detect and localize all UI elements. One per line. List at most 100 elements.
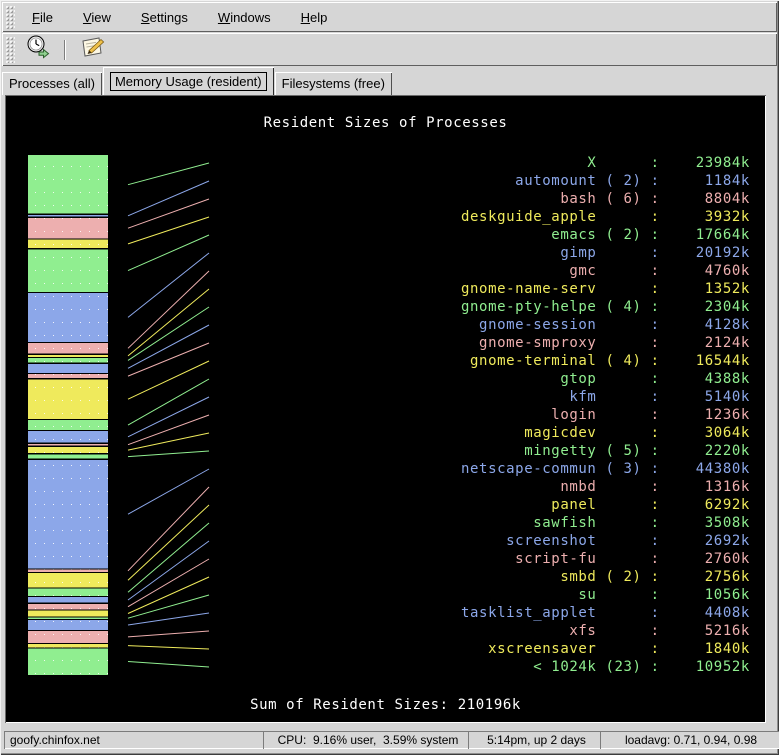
bar-segment-separator [28, 373, 108, 374]
run-clock-icon [24, 33, 52, 66]
connector-line-xscreensaver [128, 646, 209, 649]
process-row: script-fu : 2760k [461, 550, 750, 568]
bar-segment-separator [28, 342, 108, 343]
bar-segment-stipple [28, 420, 108, 431]
process-row: X : 23984k [461, 154, 750, 172]
menu-settings[interactable]: Settings [130, 8, 199, 27]
bar-segment-separator [28, 292, 108, 293]
bar-segment-stipple [28, 431, 108, 444]
process-row: gnome-smproxy : 2124k [461, 334, 750, 352]
process-row: gnome-pty-helpe ( 4) : 2304k [461, 298, 750, 316]
menu-windows[interactable]: Windows [207, 8, 282, 27]
connector-line-gnome-smproxy [128, 343, 209, 376]
status-uptime: 5:14pm, up 2 days [468, 731, 605, 749]
bar-segment-separator [28, 610, 108, 611]
edit-note-icon [78, 34, 106, 65]
bar-segment-stipple [28, 588, 108, 597]
process-row: magicdev : 3064k [461, 424, 750, 442]
connector-line-X [128, 163, 209, 185]
tab-label: Memory Usage (resident) [110, 72, 267, 91]
sum-label: Sum of Resident Sizes: 210196k [5, 696, 766, 714]
bar-segment-separator [28, 630, 108, 631]
connector-line--1024k [128, 662, 209, 668]
process-row: gmc : 4760k [461, 262, 750, 280]
chart-title: Resident Sizes of Processes [5, 114, 766, 132]
bar-segment-separator [28, 430, 108, 431]
connector-line-gnome-name-serv [128, 289, 209, 356]
bar-segment-stipple [28, 648, 108, 675]
connector-line-login [128, 415, 209, 445]
process-row: su : 1056k [461, 586, 750, 604]
process-row: panel : 6292k [461, 496, 750, 514]
memory-bar [28, 155, 108, 675]
bar-segment-stipple [28, 572, 108, 588]
menu-view[interactable]: View [72, 8, 122, 27]
process-row: screenshot : 2692k [461, 532, 750, 550]
menu-file[interactable]: File [21, 8, 64, 27]
connector-line-magicdev [128, 433, 209, 450]
run-clock-button[interactable] [21, 36, 55, 64]
toolbar-grip-handle[interactable] [5, 36, 15, 63]
edit-note-button[interactable] [75, 36, 109, 64]
bar-segment-separator [28, 603, 108, 604]
connector-line-gnome-terminal [128, 361, 209, 399]
bar-segment-separator [28, 616, 108, 617]
connector-line-mingetty [128, 451, 209, 457]
tab-processes-all[interactable]: Processes (all) [2, 72, 102, 95]
bar-segment-stipple [28, 374, 108, 379]
menu-items: File View Settings Windows Help [21, 8, 346, 27]
connector-lines [128, 163, 209, 667]
bar-segment-stipple [28, 358, 108, 364]
bar-segment-separator [28, 238, 108, 239]
bar-segment-separator [28, 459, 108, 460]
bar-segment-stipple [28, 379, 108, 420]
bar-segment-stipple [28, 217, 108, 239]
process-row: bash ( 6) : 8804k [461, 190, 750, 208]
connector-line-screenshot [128, 541, 209, 600]
bar-segment-separator [28, 217, 108, 218]
connector-line-bash [128, 199, 209, 228]
status-cpu: CPU: 9.16% user, 3.59% system [263, 731, 473, 749]
process-row: gnome-name-serv : 1352k [461, 280, 750, 298]
process-row: emacs ( 2) : 17664k [461, 226, 750, 244]
bar-segment-separator [28, 214, 108, 215]
status-loadavg: loadavg: 0.71, 0.94, 0.98 [600, 731, 779, 749]
process-row: gtop : 4388k [461, 370, 750, 388]
tab-filesystems-free[interactable]: Filesystems (free) [275, 72, 392, 95]
bar-segment-separator [28, 248, 108, 249]
bar-segment-stipple [28, 610, 108, 617]
connector-line-gmc [128, 271, 209, 348]
status-hostname: goofy.chinfox.net [4, 731, 267, 749]
process-row: gimp : 20192k [461, 244, 750, 262]
bar-segment-stipple [28, 454, 108, 460]
process-row: kfm : 5140k [461, 388, 750, 406]
chart-area: Resident Sizes of Processes X : 23984k a… [5, 95, 766, 723]
process-row: sawfish : 3508k [461, 514, 750, 532]
bar-segment-separator [28, 647, 108, 648]
bar-segment-separator [28, 363, 108, 364]
toolbar [2, 33, 777, 66]
bar-segment-stipple [28, 631, 108, 644]
process-row: xscreensaver : 1840k [461, 640, 750, 658]
connector-line-netscape-commun [128, 469, 209, 514]
tab-label: Processes (all) [9, 76, 95, 91]
bar-segment-separator [28, 443, 108, 444]
tab-memory-usage-resident[interactable]: Memory Usage (resident) [103, 67, 274, 95]
tab-label: Filesystems (free) [282, 76, 385, 91]
connector-line-kfm [128, 397, 209, 437]
bar-segment-stipple [28, 342, 108, 354]
process-row: login : 1236k [461, 406, 750, 424]
tab-bar: Processes (all) Memory Usage (resident) Fi… [2, 66, 393, 95]
menubar-grip-handle[interactable] [5, 5, 15, 29]
process-row: xfs : 5216k [461, 622, 750, 640]
toolbar-separator [64, 40, 66, 60]
process-row: automount ( 2) : 1184k [461, 172, 750, 190]
connector-line-gtop [128, 379, 209, 425]
bar-segment-stipple [28, 459, 108, 569]
bar-segment-separator [28, 572, 108, 573]
process-row: < 1024k (23) : 10952k [461, 658, 750, 676]
menu-help[interactable]: Help [290, 8, 339, 27]
bar-segment-separator [28, 596, 108, 597]
process-row: mingetty ( 5) : 2220k [461, 442, 750, 460]
bar-segment-separator [28, 419, 108, 420]
